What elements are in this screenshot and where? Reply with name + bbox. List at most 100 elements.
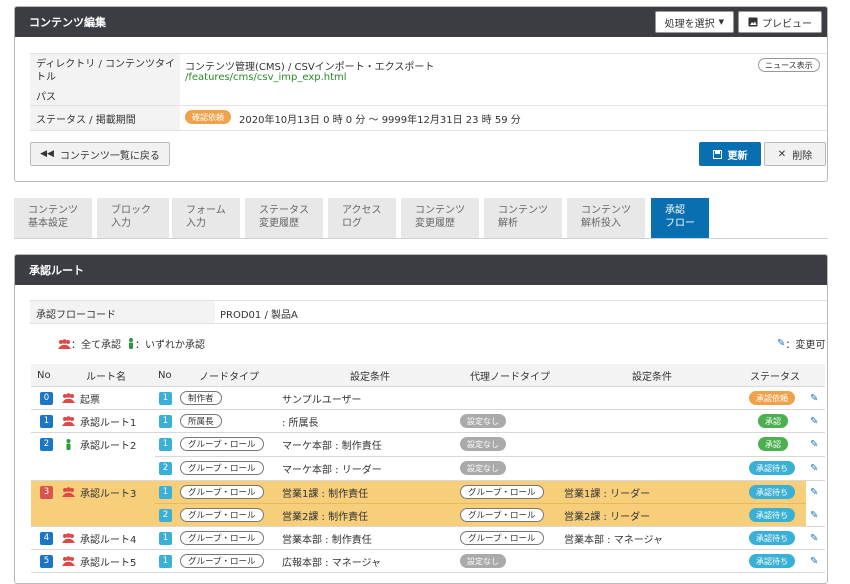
status-badge: 承認待ち xyxy=(749,531,795,545)
tab-approval-flow[interactable]: 承認 フロー xyxy=(651,198,709,238)
setting-value: 広報本部 : マネージャ xyxy=(282,557,382,569)
col-proxy-setting: 設定条件 xyxy=(632,371,672,383)
route-name-cell: 承認ルート4 xyxy=(62,527,136,549)
col-node-no: No xyxy=(158,369,172,381)
table-row: 3 xyxy=(40,481,53,503)
tab-label-2: 変更履歴 xyxy=(259,218,299,229)
proxy-none-pill: 設定なし xyxy=(460,554,506,568)
node-number: 1 xyxy=(159,391,172,405)
setting-value: 営業1課 : 制作責任 xyxy=(282,488,369,500)
path-link[interactable]: /features/cms/csv_imp_exp.html xyxy=(185,72,347,83)
preview-button[interactable]: プレビュー xyxy=(738,11,822,33)
col-no: No xyxy=(37,369,51,381)
tab-content-analysis[interactable]: コンテンツ 解析 xyxy=(484,198,562,238)
node-number: 1 xyxy=(159,485,172,499)
legend-editable: ✎ ：変更可 xyxy=(777,336,825,351)
tab-label-2: フロー xyxy=(665,218,695,229)
edit-pencil-icon[interactable]: ✎ xyxy=(810,556,818,567)
col-status: ステータス xyxy=(750,371,800,383)
tab-form-input[interactable]: フォーム 入力 xyxy=(172,198,240,238)
tabs-baseline xyxy=(14,238,828,239)
back-to-list-button[interactable]: ◀◀ コンテンツ一覧に戻る xyxy=(30,142,170,166)
legend-any-label: ：いずれか承認 xyxy=(135,340,205,351)
node-type-pill: グループ・ロール xyxy=(180,461,264,475)
tab-content-history[interactable]: コンテンツ 変更履歴 xyxy=(401,198,479,238)
node-number: 1 xyxy=(159,414,172,428)
legend-all-label: ：全て承認 xyxy=(71,340,121,351)
col-route-name: ルート名 xyxy=(86,371,126,383)
pencil-icon: ✎ xyxy=(777,338,786,349)
proxy-setting-value: 営業2課 : リーダー xyxy=(564,511,651,523)
proxy-setting-value: 営業1課 : リーダー xyxy=(564,488,651,500)
delete-button[interactable]: ✕ 削除 xyxy=(764,142,826,166)
divider xyxy=(31,480,825,481)
table-row: 2 xyxy=(159,504,172,526)
route-number: 0 xyxy=(40,391,53,405)
process-select-label: 処理を選択 xyxy=(664,18,715,30)
edit-pencil-icon[interactable]: ✎ xyxy=(810,487,818,498)
status-badge: 承認待ち xyxy=(749,554,795,568)
setting-value: マーケ本部 : 制作責任 xyxy=(282,440,382,452)
route-name-cell: 承認ルート1 xyxy=(62,410,136,432)
tab-label-2: 変更履歴 xyxy=(415,218,455,229)
update-button[interactable]: 更新 xyxy=(699,142,761,166)
group-people-icon xyxy=(62,393,75,403)
flow-code-label: 承認フローコード xyxy=(36,310,116,321)
setting-value: 営業2課 : 制作責任 xyxy=(282,511,369,523)
edit-pencil-icon[interactable]: ✎ xyxy=(810,393,818,404)
node-number: 2 xyxy=(159,461,172,475)
route-number: 2 xyxy=(40,437,53,451)
route-name: 起票 xyxy=(80,394,100,406)
edit-pencil-icon[interactable]: ✎ xyxy=(810,533,818,544)
tab-content-basic[interactable]: コンテンツ 基本設定 xyxy=(14,198,92,238)
approval-route-header: 承認ルート xyxy=(15,255,827,285)
status-badge: 承認依頼 xyxy=(749,391,795,405)
path-label: パス xyxy=(36,92,56,103)
route-name-cell: 起票 xyxy=(62,387,100,409)
tab-block-input[interactable]: ブロック 入力 xyxy=(97,198,169,238)
proxy-type-pill: グループ・ロール xyxy=(460,531,544,545)
divider xyxy=(30,130,827,131)
tab-access-log[interactable]: アクセス ログ xyxy=(328,198,396,238)
dir-value: コンテンツ管理(CMS) / CSVインポート・エクスポート xyxy=(185,62,435,73)
node-number: 2 xyxy=(159,508,172,522)
col-proxy-type: 代理ノードタイプ xyxy=(470,371,550,383)
save-icon xyxy=(712,149,722,159)
route-number: 4 xyxy=(40,531,53,545)
setting-value: マーケ本部 : リーダー xyxy=(282,464,382,476)
divider xyxy=(31,572,825,573)
divider xyxy=(31,432,825,433)
tab-label-1: フォーム xyxy=(186,205,226,216)
edit-pencil-icon[interactable]: ✎ xyxy=(810,463,818,474)
route-name: 承認ルート4 xyxy=(80,534,137,546)
divider xyxy=(31,526,825,527)
node-number: 1 xyxy=(159,437,172,451)
legend: ：全て承認 ：いずれか承認 xyxy=(58,336,205,351)
status-badge: 承認 xyxy=(758,437,788,451)
divider xyxy=(31,386,825,387)
tab-label-1: コンテンツ xyxy=(581,205,631,216)
flow-code-value: PROD01 / 製品A xyxy=(220,310,298,321)
route-name: 承認ルート1 xyxy=(80,417,137,429)
tab-label-1: ステータス xyxy=(259,205,309,216)
edit-pencil-icon[interactable]: ✎ xyxy=(810,510,818,521)
tab-status-history[interactable]: ステータス 変更履歴 xyxy=(245,198,323,238)
proxy-none-pill: 設定なし xyxy=(460,414,506,428)
route-name: 承認ルート3 xyxy=(80,488,137,500)
news-display-button[interactable]: ニュース表示 xyxy=(758,58,820,72)
tab-label-2: 入力 xyxy=(111,218,131,229)
proxy-type-pill: グループ・ロール xyxy=(460,485,544,499)
tab-label-1: 承認 xyxy=(665,205,685,216)
table-row: 0 xyxy=(40,387,53,409)
process-select-button[interactable]: 処理を選択 ▼ xyxy=(654,11,734,33)
table-header xyxy=(31,364,825,386)
tab-analysis-input[interactable]: コンテンツ 解析投入 xyxy=(567,198,645,238)
edit-pencil-icon[interactable]: ✎ xyxy=(810,439,818,450)
group-people-icon xyxy=(58,338,71,349)
edit-pencil-icon[interactable]: ✎ xyxy=(810,416,818,427)
double-left-arrow-icon: ◀◀ xyxy=(40,149,54,159)
node-type-pill: グループ・ロール xyxy=(180,437,264,451)
single-person-icon xyxy=(66,438,71,450)
content-edit-header: コンテンツ編集 処理を選択 ▼ プレビュー xyxy=(15,7,827,37)
dir-label: ディレクトリ / コンテンツタイトル xyxy=(36,59,176,83)
